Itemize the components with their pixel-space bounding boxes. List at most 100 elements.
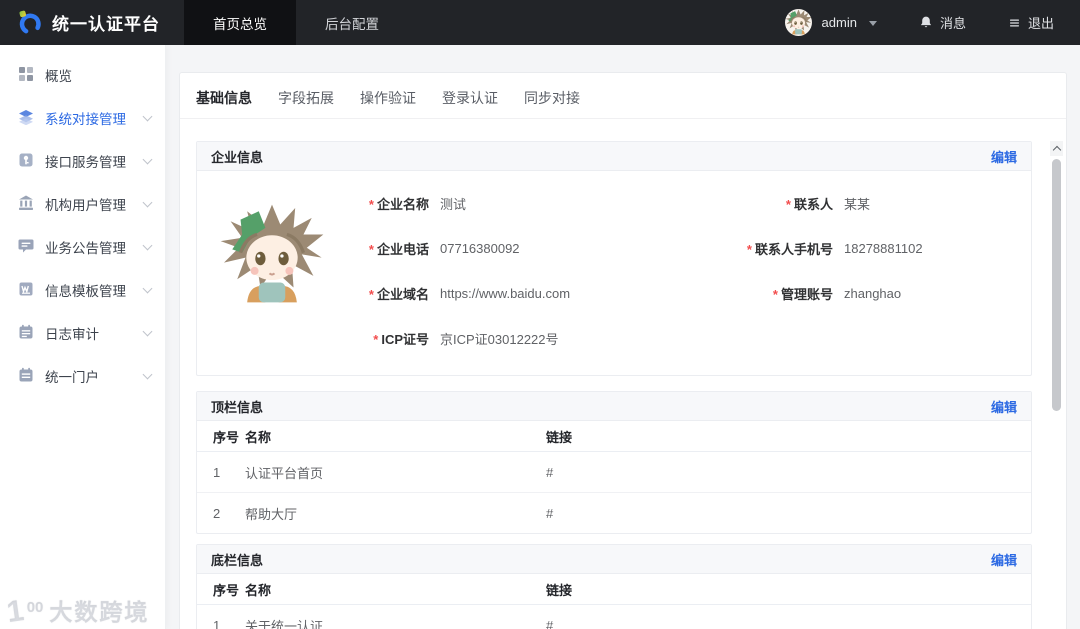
field-value: 京ICP证03012222号 xyxy=(440,332,559,347)
api-service-icon xyxy=(18,152,35,169)
cell-no: 1 xyxy=(213,464,221,480)
watermark-logo-glyph: 1 xyxy=(4,593,28,629)
portal-icon xyxy=(18,367,35,384)
chevron-down-icon[interactable] xyxy=(142,111,153,121)
nav-home-overview[interactable]: 首页总览 xyxy=(184,0,296,45)
sidebar-item-templates[interactable]: 信息模板管理 xyxy=(0,268,165,311)
sidebar-menu: 概览 系统对接管理 接口服务管理 机构用户管理 业务公告管理 信息模板管理 日志… xyxy=(0,45,166,629)
enterprise-fields-left: * 企业名称 测试 * 企业电话 07716380092 * 企业域名 https:/… xyxy=(347,181,701,361)
edit-enterprise-button[interactable]: 编辑 xyxy=(991,147,1017,166)
section-title: 底栏信息 xyxy=(211,552,264,568)
table-row: 2 帮助大厅 # xyxy=(197,492,1031,533)
col-link: 链接 xyxy=(546,582,573,598)
table-row: 1 认证平台首页 # xyxy=(197,452,1031,492)
sidebar-item-announcements[interactable]: 业务公告管理 xyxy=(0,225,165,268)
field-label: 企业域名 xyxy=(376,287,429,302)
required-asterisk: * xyxy=(746,242,752,257)
tab-sync-integration[interactable]: 同步对接 xyxy=(524,88,580,110)
sidebar-item-portal[interactable]: 统一门户 xyxy=(0,354,165,397)
nav-backend-config[interactable]: 后台配置 xyxy=(296,0,408,45)
brand: 统一认证平台 xyxy=(0,9,184,36)
template-icon xyxy=(18,281,35,298)
field-value: 某某 xyxy=(844,197,871,212)
required-asterisk: * xyxy=(368,242,374,257)
enterprise-logo-image xyxy=(197,181,347,361)
cell-name: 帮助大厅 xyxy=(245,506,298,522)
watermark-logo: 1 00 大数跨境 xyxy=(4,593,150,629)
messages-button[interactable]: 消息 xyxy=(919,13,966,32)
cell-link: # xyxy=(546,505,554,521)
sidebar-item-label: 信息模板管理 xyxy=(45,283,126,299)
field-contact-person: * 联系人 某某 xyxy=(701,181,1031,226)
field-value: 07716380092 xyxy=(440,241,520,256)
scroll-up-button[interactable] xyxy=(1050,141,1063,156)
scrollbar-thumb[interactable] xyxy=(1052,159,1061,411)
sidebar-item-label: 概览 xyxy=(45,68,72,84)
config-tabs: 基础信息 字段拓展 操作验证 登录认证 同步对接 xyxy=(180,73,1066,119)
field-value: https://www.baidu.com xyxy=(440,286,571,301)
unified-auth-platform-app: 统一认证平台 首页总览 后台配置 admin 消息 退出 概览 系统对接管理 接… xyxy=(0,0,1080,629)
field-label: 联系人 xyxy=(793,197,833,212)
tab-operation-verify[interactable]: 操作验证 xyxy=(360,88,416,110)
cell-name: 认证平台首页 xyxy=(245,465,324,481)
top-bar-info-section: 顶栏信息 编辑 序号 名称 链接 1 认证平台首页 # 2 帮助大厅 # xyxy=(196,391,1032,534)
sidebar-item-api-service[interactable]: 接口服务管理 xyxy=(0,139,165,182)
sidebar-item-label: 日志审计 xyxy=(45,326,99,342)
field-value: 18278881102 xyxy=(844,241,923,256)
user-avatar[interactable] xyxy=(784,9,812,36)
field-value: zhanghao xyxy=(844,286,902,301)
field-admin-account: * 管理账号 zhanghao xyxy=(701,271,1031,316)
tab-content-scroll-area: 企业信息 编辑 * 企业名称 测试 * 企业电话 07716380092 * 企… xyxy=(180,119,1048,629)
vertical-scrollbar[interactable] xyxy=(1050,141,1063,627)
edit-bottom-bar-button[interactable]: 编辑 xyxy=(991,550,1017,569)
chevron-down-icon[interactable] xyxy=(142,197,153,207)
layers-icon xyxy=(18,109,35,126)
field-label: 企业名称 xyxy=(376,197,429,212)
sidebar-item-log-audit[interactable]: 日志审计 xyxy=(0,311,165,354)
field-contact-mobile: * 联系人手机号 18278881102 xyxy=(701,226,1031,271)
main-content: 基础信息 字段拓展 操作验证 登录认证 同步对接 企业信息 编辑 * 企业名称 … xyxy=(165,45,1080,629)
tab-field-extension[interactable]: 字段拓展 xyxy=(278,88,334,110)
user-name[interactable]: admin xyxy=(822,15,857,30)
required-asterisk: * xyxy=(785,197,791,212)
app-title: 统一认证平台 xyxy=(52,15,160,34)
cell-link: # xyxy=(546,464,554,480)
chevron-down-icon[interactable] xyxy=(142,326,153,336)
field-label: 管理账号 xyxy=(780,287,833,302)
required-asterisk: * xyxy=(772,287,778,302)
field-icp-number: * ICP证号 京ICP证03012222号 xyxy=(347,316,701,361)
top-nav: 首页总览 后台配置 xyxy=(184,0,408,45)
config-card: 基础信息 字段拓展 操作验证 登录认证 同步对接 企业信息 编辑 * 企业名称 … xyxy=(179,72,1067,629)
enterprise-info-body: * 企业名称 测试 * 企业电话 07716380092 * 企业域名 https:/… xyxy=(197,171,1031,375)
tab-basic-info[interactable]: 基础信息 xyxy=(196,88,252,110)
chevron-down-icon[interactable] xyxy=(142,240,153,250)
enterprise-info-header: 企业信息 编辑 xyxy=(197,142,1031,171)
user-menu-caret-icon[interactable] xyxy=(868,21,877,26)
sidebar-item-label: 业务公告管理 xyxy=(45,240,126,256)
sidebar-item-label: 接口服务管理 xyxy=(45,154,126,170)
tab-login-auth[interactable]: 登录认证 xyxy=(442,88,498,110)
section-title: 企业信息 xyxy=(211,149,264,165)
logout-button[interactable]: 退出 xyxy=(1008,13,1054,32)
sidebar-item-org-users[interactable]: 机构用户管理 xyxy=(0,182,165,225)
sidebar-item-label: 统一门户 xyxy=(45,369,99,385)
col-name: 名称 xyxy=(245,429,272,445)
table-row: 1 关于统一认证 # xyxy=(197,605,1031,629)
chevron-down-icon[interactable] xyxy=(142,154,153,164)
field-label: 联系人手机号 xyxy=(754,242,833,257)
field-company-domain: * 企业域名 https://www.baidu.com xyxy=(347,271,701,316)
sidebar-item-system-integration[interactable]: 系统对接管理 xyxy=(0,96,165,139)
cell-no: 1 xyxy=(213,617,221,629)
col-name: 名称 xyxy=(245,582,272,598)
chevron-down-icon[interactable] xyxy=(142,369,153,379)
messages-label: 消息 xyxy=(939,16,966,31)
table-header-row: 序号 名称 链接 xyxy=(197,574,1031,605)
logout-label: 退出 xyxy=(1027,16,1054,31)
field-company-name: * 企业名称 测试 xyxy=(347,181,701,226)
chevron-down-icon[interactable] xyxy=(142,283,153,293)
overview-grid-icon xyxy=(18,66,35,83)
log-audit-icon xyxy=(18,324,35,341)
chevron-up-icon xyxy=(1052,145,1061,155)
sidebar-item-overview[interactable]: 概览 xyxy=(0,53,165,96)
edit-top-bar-button[interactable]: 编辑 xyxy=(991,397,1017,416)
